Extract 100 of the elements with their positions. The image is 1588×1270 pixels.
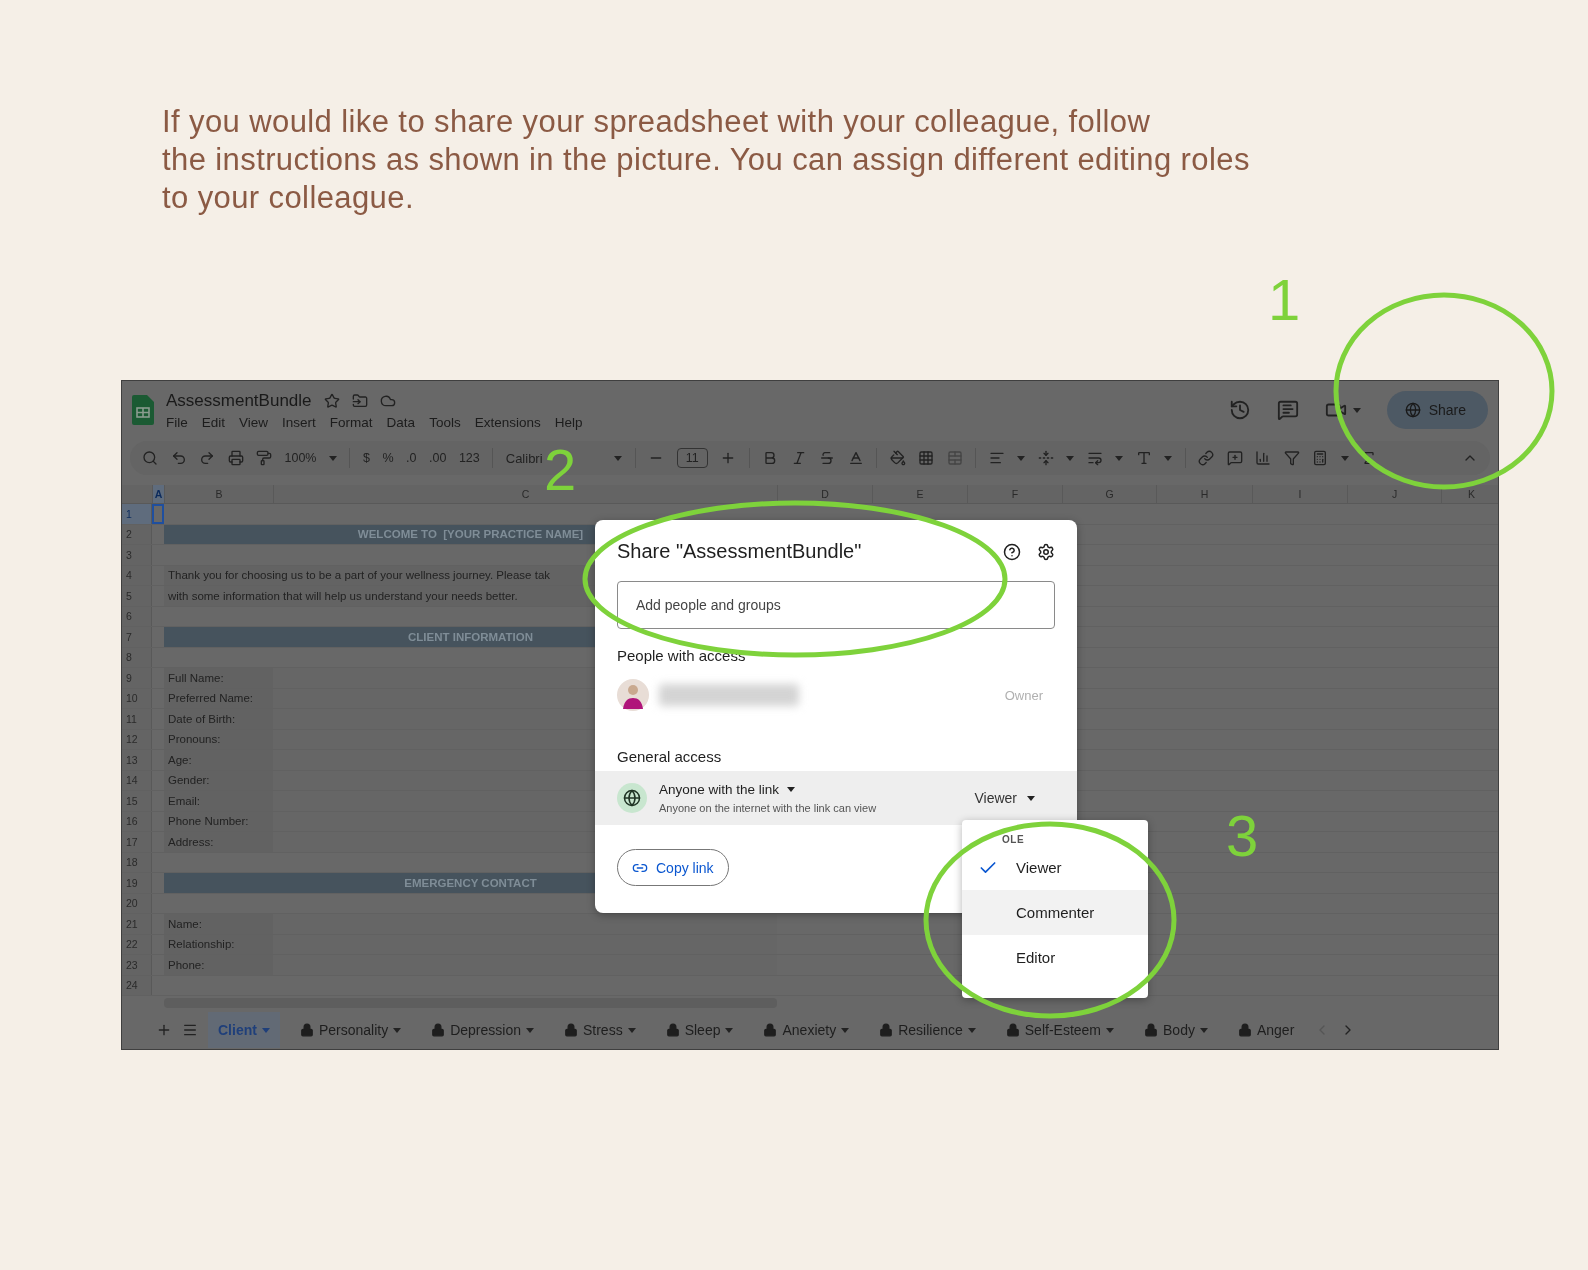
menu-icon[interactable] bbox=[182, 1022, 198, 1038]
row-header[interactable]: 23 bbox=[122, 955, 152, 975]
step-number: 1 bbox=[1268, 277, 1301, 324]
column-header[interactable]: G bbox=[1063, 485, 1157, 503]
caret-icon[interactable] bbox=[787, 787, 796, 792]
fill-color-icon[interactable] bbox=[889, 450, 906, 466]
menu-item[interactable]: Help bbox=[554, 414, 583, 430]
help-icon[interactable] bbox=[1003, 542, 1021, 561]
share-button[interactable]: Share bbox=[1386, 391, 1488, 429]
sheet-tab[interactable]: Self-Esteem bbox=[995, 1012, 1125, 1048]
column-header[interactable]: A bbox=[153, 485, 165, 503]
field-label: Preferred Name: bbox=[164, 688, 273, 708]
paint-format-icon[interactable] bbox=[256, 450, 272, 466]
access-dropdown[interactable]: Anyone with the link bbox=[659, 782, 796, 797]
globe-icon bbox=[1404, 402, 1421, 418]
menu-item[interactable]: Edit bbox=[201, 414, 226, 430]
sheet-tab[interactable]: Anger bbox=[1227, 1012, 1305, 1048]
decrease-decimals[interactable]: .0 bbox=[406, 451, 417, 465]
row-header[interactable]: 14 bbox=[122, 770, 152, 790]
link-icon[interactable] bbox=[1198, 450, 1215, 466]
copy-link-button[interactable]: Copy link bbox=[617, 849, 729, 886]
folder-icon[interactable] bbox=[351, 392, 368, 409]
field-label: Full Name: bbox=[164, 668, 273, 688]
field-label: Name: bbox=[164, 914, 273, 934]
text-color-icon[interactable] bbox=[847, 450, 864, 466]
menu-item[interactable]: Data bbox=[386, 414, 416, 430]
settings-icon[interactable] bbox=[1037, 542, 1055, 561]
search-icon[interactable] bbox=[142, 450, 158, 466]
wrap-icon[interactable] bbox=[1086, 450, 1103, 466]
menu-item[interactable]: File bbox=[166, 414, 188, 430]
sheet-tab[interactable]: Anexiety bbox=[753, 1012, 860, 1048]
add-people-field[interactable]: Add people and groups bbox=[617, 581, 1055, 629]
column-header[interactable]: F bbox=[968, 485, 1063, 503]
field-label: Phone Number: bbox=[164, 811, 273, 831]
menu-item[interactable]: Format bbox=[329, 414, 373, 430]
step-number: 3 bbox=[1226, 813, 1259, 860]
instruction-text: If you would like to share your spreadsheet with your colleague, follow the instructions as shown in the picture. You can assign different editing roles to your colleague. bbox=[162, 103, 1251, 217]
merge-cells-icon[interactable] bbox=[946, 450, 963, 466]
avatar bbox=[617, 679, 649, 711]
undo-icon[interactable] bbox=[170, 450, 187, 466]
column-header[interactable]: E bbox=[873, 485, 968, 503]
menu-item[interactable]: Extensions bbox=[474, 414, 541, 430]
caret-icon[interactable] bbox=[1027, 795, 1035, 801]
field-label: Relationship: bbox=[164, 934, 273, 954]
column-header[interactable]: D bbox=[778, 485, 873, 503]
star-icon[interactable] bbox=[323, 392, 340, 409]
section-heading: General access bbox=[617, 748, 723, 765]
printer-icon[interactable] bbox=[227, 450, 244, 466]
row-header[interactable]: 24 bbox=[122, 975, 152, 995]
column-header[interactable]: B bbox=[165, 485, 274, 503]
role-option[interactable]: Viewer bbox=[962, 845, 1148, 890]
row-header[interactable]: 13 bbox=[122, 750, 152, 770]
row-header[interactable]: 3 bbox=[122, 545, 152, 565]
selected-cell[interactable] bbox=[152, 504, 164, 524]
percent-format[interactable]: % bbox=[382, 451, 394, 465]
currency-format[interactable]: $ bbox=[363, 451, 370, 465]
borders-icon[interactable] bbox=[918, 450, 935, 466]
comment-icon[interactable] bbox=[1276, 399, 1299, 421]
role-dropdown[interactable]: Viewer bbox=[968, 789, 1041, 807]
sheet-tab[interactable]: Resilience bbox=[869, 1012, 986, 1048]
row-header[interactable]: 17 bbox=[122, 832, 152, 852]
owner-label: Owner bbox=[1004, 687, 1043, 703]
role-option[interactable]: Editor bbox=[962, 935, 1148, 980]
zoom-select[interactable]: 100% bbox=[284, 451, 317, 465]
menu-item[interactable]: Insert bbox=[282, 414, 316, 430]
role-option[interactable]: Commenter bbox=[962, 890, 1148, 935]
history-icon[interactable] bbox=[1228, 399, 1251, 421]
sheet-tab[interactable]: Client bbox=[208, 1012, 280, 1048]
number-format[interactable]: 123 bbox=[458, 451, 480, 465]
field-label: Gender: bbox=[164, 770, 273, 790]
field-label: Pronouns: bbox=[164, 729, 273, 749]
sheet-tab[interactable]: Depression bbox=[421, 1012, 544, 1048]
strikethrough-icon[interactable] bbox=[819, 450, 836, 466]
menu-item[interactable]: Tools bbox=[429, 414, 461, 430]
field-label: Address: bbox=[164, 832, 273, 852]
functions-table-icon[interactable] bbox=[1312, 450, 1329, 466]
align-icon[interactable] bbox=[988, 450, 1005, 466]
font-size-field[interactable]: 11 bbox=[676, 448, 708, 468]
redo-icon[interactable] bbox=[199, 450, 215, 466]
chart-icon[interactable] bbox=[1255, 450, 1272, 466]
column-header[interactable]: H bbox=[1157, 485, 1253, 503]
sheet-tab[interactable]: Personality bbox=[289, 1012, 412, 1048]
field-label: Date of Birth: bbox=[164, 709, 273, 729]
vertical-align-icon[interactable] bbox=[1037, 450, 1054, 466]
sheets-logo-icon[interactable] bbox=[132, 395, 154, 425]
field-label: Age: bbox=[164, 750, 273, 770]
column-header[interactable]: K bbox=[1442, 485, 1498, 503]
document-title[interactable]: AssessmentBundle bbox=[166, 390, 312, 411]
text-rotation-icon[interactable] bbox=[1135, 450, 1152, 466]
sheet-tab[interactable]: Sleep bbox=[655, 1012, 744, 1048]
filter-icon[interactable] bbox=[1283, 450, 1300, 466]
add-comment-icon[interactable] bbox=[1226, 450, 1243, 466]
globe-icon bbox=[617, 783, 647, 813]
row-header[interactable]: 1 bbox=[122, 504, 152, 524]
sheet-tab[interactable]: Body bbox=[1134, 1012, 1218, 1048]
add-sheet-icon[interactable] bbox=[156, 1022, 172, 1038]
menu-item[interactable]: View bbox=[239, 414, 269, 430]
increase-decimals[interactable]: .00 bbox=[429, 451, 447, 465]
sheet-tab[interactable]: Stress bbox=[554, 1012, 646, 1048]
row-header[interactable]: 19 bbox=[122, 873, 152, 893]
